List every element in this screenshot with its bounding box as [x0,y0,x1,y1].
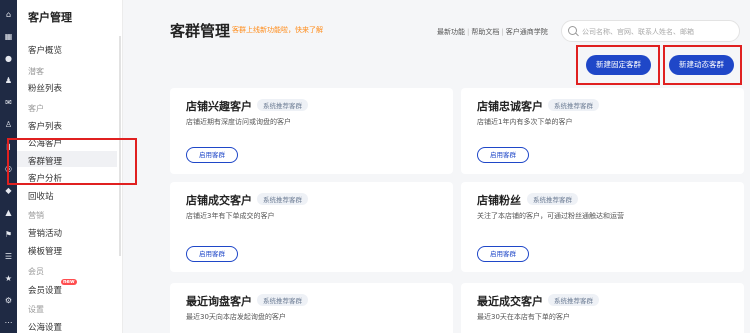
mail-icon[interactable]: ✉ [3,98,14,107]
group-card: 店铺粉丝 系统推荐客群 关注了本店铺的客户，可通过粉丝通触达和运营 启用客群 [461,182,744,272]
search-input[interactable]: 公司名称、官网、联系人姓名、邮箱 [561,20,740,42]
sidebar-item-customer-list[interactable]: 客户列表 [28,120,62,132]
chat-icon[interactable]: ● [3,54,14,63]
link-new-features[interactable]: 最新功能 [437,28,465,36]
card-title: 最近成交客户 [477,295,543,308]
highlight-box-static-button [576,45,660,85]
card-description: 店铺近1年内有多次下单的客户 [477,118,573,126]
sidebar-item-campaigns[interactable]: 营销活动 [28,227,62,239]
flag-icon[interactable]: ⚑ [3,230,14,239]
search-icon [568,26,577,35]
sidebar-title: 客户管理 [28,11,72,24]
more-icon[interactable]: ⋯ [3,318,14,327]
group-card: 店铺忠诚客户 系统推荐客群 店铺近1年内有多次下单的客户 启用客群 [461,88,744,174]
grid-icon[interactable]: ▦ [3,32,14,41]
sidebar-item-fans[interactable]: 粉丝列表 [28,82,62,94]
bell-icon[interactable]: ▲ [3,208,14,217]
card-tag: 系统推荐客群 [548,294,599,306]
card-description: 店铺近3年有下单成交的客户 [186,212,275,220]
sidebar-item-templates[interactable]: 模板管理 [28,245,62,257]
new-badge: new [61,279,77,285]
card-tag: 系统推荐客群 [527,193,578,205]
sidebar-group-members: 会员 [28,267,44,276]
card-description: 最近30天向本店发起询盘的客户 [186,313,286,321]
list-icon[interactable]: ☰ [3,252,14,261]
enable-group-button[interactable]: 启用客群 [186,147,238,163]
settings-icon[interactable]: ⚙ [3,296,14,305]
sidebar-item-overview[interactable]: 客户概览 [28,44,62,56]
group-card: 最近成交客户 系统推荐客群 最近30天在本店有下单的客户 [461,283,744,333]
card-title: 店铺忠诚客户 [477,100,543,113]
card-description: 最近30天在本店有下单的客户 [477,313,570,321]
card-tag: 系统推荐客群 [257,193,308,205]
group-card: 最近询盘客户 系统推荐客群 最近30天向本店发起询盘的客户 [170,283,453,333]
enable-group-button[interactable]: 启用客群 [186,246,238,262]
card-description: 关注了本店铺的客户，可通过粉丝通触达和运营 [477,212,624,220]
tag-icon[interactable]: ◆ [3,186,14,195]
star-icon[interactable]: ★ [3,274,14,283]
search-placeholder: 公司名称、官网、联系人姓名、邮箱 [582,28,694,36]
link-help-docs[interactable]: 帮助文档 [471,28,499,36]
sidebar-item-public-settings[interactable]: 公海设置 [28,321,62,333]
card-title: 店铺粉丝 [477,194,521,207]
main-content: 客群管理 客群上线新功能啦，快来了解 最新功能 | 帮助文档 | 客户通商学院 公司名称… [123,0,750,333]
sidebar-item-recycle-bin[interactable]: 回收站 [28,190,54,202]
card-title: 店铺成交客户 [186,194,252,207]
card-title: 店铺兴趣客户 [186,100,252,113]
sidebar-group-leads: 潜客 [28,67,44,76]
highlight-box-sidebar [7,138,137,185]
sidebar-group-settings: 设置 [28,305,44,314]
card-tag: 系统推荐客群 [257,99,308,111]
sidebar-item-member-settings[interactable]: 会员设置 [28,284,62,296]
card-description: 店铺近期有深度访问或询盘的客户 [186,118,291,126]
card-tag: 系统推荐客群 [257,294,308,306]
enable-group-button[interactable]: 启用客群 [477,246,529,262]
page-title: 客群管理 [170,22,231,40]
sidebar-group-customers: 客户 [28,104,44,113]
page-subtitle-notice[interactable]: 客群上线新功能啦，快来了解 [232,25,323,35]
card-tag: 系统推荐客群 [548,99,599,111]
people-icon[interactable]: ♙ [3,120,14,129]
user-icon[interactable]: ♟ [3,76,14,85]
enable-group-button[interactable]: 启用客群 [477,147,529,163]
group-card: 店铺成交客户 系统推荐客群 店铺近3年有下单成交的客户 启用客群 [170,182,453,272]
card-title: 最近询盘客户 [186,295,252,308]
top-links: 最新功能 | 帮助文档 | 客户通商学院 [437,28,548,36]
highlight-box-dynamic-button [663,45,742,85]
link-academy[interactable]: 客户通商学院 [506,28,548,36]
group-card: 店铺兴趣客户 系统推荐客群 店铺近期有深度访问或询盘的客户 启用客群 [170,88,453,174]
sidebar-group-marketing: 营销 [28,211,44,220]
home-icon[interactable]: ⌂ [3,10,14,19]
